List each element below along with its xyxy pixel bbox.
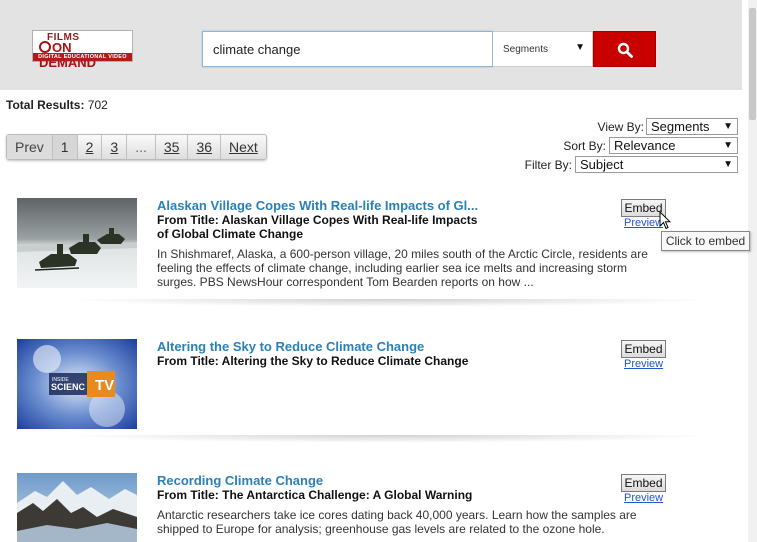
search-scope-select[interactable]: Segments ▼ bbox=[493, 31, 593, 67]
result-title-link[interactable]: Recording Climate Change bbox=[157, 473, 323, 488]
pagination-prev[interactable]: Prev bbox=[7, 135, 53, 159]
search-scope-value: Segments bbox=[503, 44, 549, 55]
pagination-page-3[interactable]: 3 bbox=[102, 135, 128, 159]
result-title-link[interactable]: Altering the Sky to Reduce Climate Chang… bbox=[157, 339, 424, 354]
embed-tooltip: Click to embed bbox=[661, 231, 750, 251]
sort-by-label: Sort By: bbox=[563, 139, 606, 153]
pagination-page-35[interactable]: 35 bbox=[156, 135, 189, 159]
result-description: Antarctic researchers take ice cores dat… bbox=[157, 508, 637, 536]
search-icon bbox=[617, 42, 633, 58]
result-title-link[interactable]: Alaskan Village Copes With Real-life Imp… bbox=[157, 198, 478, 213]
films-on-demand-logo[interactable]: FILMS ON DEMAND DIGITAL EDUCATIONAL VIDE… bbox=[32, 30, 133, 70]
mouse-cursor-icon bbox=[659, 211, 671, 230]
result-from-title: From Title: The Antarctica Challenge: A … bbox=[157, 488, 473, 502]
result-separator bbox=[60, 299, 720, 307]
result-from-title: From Title: Altering the Sky to Reduce C… bbox=[157, 354, 469, 368]
preview-link[interactable]: Preview bbox=[624, 217, 663, 229]
logo-tagline: DIGITAL EDUCATIONAL VIDEO bbox=[33, 53, 132, 61]
preview-link[interactable]: Preview bbox=[624, 358, 663, 370]
pagination: Prev 1 2 3 ... 35 36 Next bbox=[6, 134, 267, 160]
view-by-select[interactable]: Segments ▼ bbox=[646, 118, 738, 135]
total-results-count: 702 bbox=[87, 98, 108, 112]
filter-by-value: Subject bbox=[580, 157, 624, 172]
sort-by-value: Relevance bbox=[614, 138, 676, 153]
pagination-ellipsis: ... bbox=[127, 135, 156, 159]
preview-link[interactable]: Preview bbox=[624, 492, 663, 504]
result-from-title: From Title: Alaskan Village Copes With R… bbox=[157, 213, 478, 241]
embed-button[interactable]: Embed bbox=[621, 474, 666, 492]
dropdown-arrow-icon: ▼ bbox=[575, 42, 585, 53]
filter-by-select[interactable]: Subject ▼ bbox=[575, 156, 738, 173]
pagination-page-1[interactable]: 1 bbox=[52, 135, 78, 159]
view-by-value: Segments bbox=[651, 119, 710, 134]
result-thumbnail[interactable]: TV INSIDE SCIENC bbox=[17, 339, 137, 429]
search-button[interactable] bbox=[593, 31, 656, 67]
vertical-scrollbar[interactable] bbox=[748, 0, 757, 542]
dropdown-arrow-icon: ▼ bbox=[723, 140, 733, 151]
embed-button[interactable]: Embed bbox=[621, 340, 666, 358]
sort-by-select[interactable]: Relevance ▼ bbox=[609, 137, 738, 154]
result-thumbnail[interactable] bbox=[17, 198, 137, 288]
result-description: In Shishmaref, Alaska, a 600-person vill… bbox=[157, 247, 648, 289]
pagination-page-2[interactable]: 2 bbox=[78, 135, 103, 159]
header-bar: FILMS ON DEMAND DIGITAL EDUCATIONAL VIDE… bbox=[0, 0, 742, 90]
scrollbar-thumb[interactable] bbox=[749, 8, 756, 120]
view-by-label: View By: bbox=[597, 120, 644, 134]
svg-text:SCIENC: SCIENC bbox=[51, 382, 86, 392]
pagination-page-36[interactable]: 36 bbox=[188, 135, 222, 159]
total-results-label: Total Results: bbox=[6, 98, 85, 112]
search-input[interactable] bbox=[202, 31, 493, 67]
result-thumbnail[interactable] bbox=[17, 473, 137, 542]
filter-by-label: Filter By: bbox=[524, 158, 572, 172]
dropdown-arrow-icon: ▼ bbox=[723, 121, 733, 132]
total-results: Total Results: 702 bbox=[6, 98, 108, 112]
dropdown-arrow-icon: ▼ bbox=[723, 159, 733, 170]
pagination-next[interactable]: Next bbox=[221, 135, 266, 159]
result-separator bbox=[60, 435, 720, 443]
svg-text:TV: TV bbox=[95, 377, 114, 394]
